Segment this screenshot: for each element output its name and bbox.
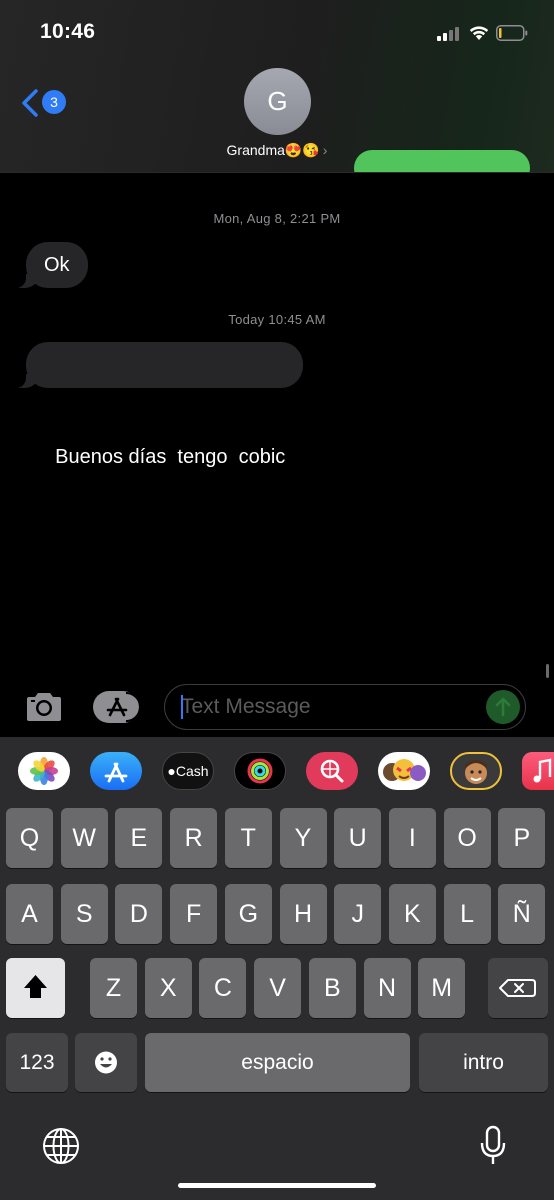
key-a[interactable]: A: [6, 884, 53, 944]
unread-count-badge: 3: [42, 90, 66, 114]
key-k[interactable]: K: [388, 884, 436, 944]
key-m[interactable]: M: [418, 958, 466, 1018]
key-c[interactable]: C: [199, 958, 247, 1018]
received-message-bubble[interactable]: Buenos días tengo cobic: [13, 342, 304, 468]
message-timestamp: Mon, Aug 8, 2:21 PM: [213, 211, 341, 226]
memoji-icon[interactable]: [450, 752, 502, 790]
key-y[interactable]: Y: [279, 808, 327, 868]
key-g[interactable]: G: [224, 884, 272, 944]
status-time: 10:46: [40, 20, 96, 43]
memoji-face-icon: [465, 760, 487, 784]
activity-app-icon[interactable]: [234, 752, 286, 790]
key-b[interactable]: B: [308, 958, 356, 1018]
key-l[interactable]: L: [443, 884, 491, 944]
key-f[interactable]: F: [170, 884, 218, 944]
battery-icon: [496, 25, 528, 41]
apple-logo-icon: ●: [167, 763, 176, 779]
photos-app-icon[interactable]: [18, 752, 70, 790]
emoji-smiley-icon: [95, 1051, 117, 1074]
memoji-stickers-icon[interactable]: [378, 752, 430, 790]
globe-icon[interactable]: [42, 1127, 80, 1165]
key-w[interactable]: W: [60, 808, 108, 868]
wifi-icon: [469, 26, 489, 40]
home-indicator[interactable]: [178, 1183, 376, 1188]
key-x[interactable]: X: [144, 958, 192, 1018]
key-n[interactable]: N: [363, 958, 411, 1018]
cellular-signal-icon: [437, 26, 463, 41]
received-message-bubble[interactable]: Ok: [13, 242, 88, 288]
message-input[interactable]: [181, 693, 471, 721]
key-v[interactable]: V: [254, 958, 302, 1018]
key-z[interactable]: Z: [90, 958, 137, 1018]
apple-cash-label: Cash: [175, 763, 209, 779]
key-i[interactable]: I: [388, 808, 436, 868]
photos-flower-icon: [30, 757, 58, 785]
key-s[interactable]: S: [60, 884, 108, 944]
numbers-key[interactable]: 123: [6, 1033, 68, 1092]
return-key[interactable]: intro: [419, 1033, 548, 1092]
key-t[interactable]: T: [224, 808, 272, 868]
chevron-right-icon: ›: [322, 142, 328, 158]
delete-key[interactable]: [488, 958, 548, 1018]
message-input-container[interactable]: [164, 684, 526, 730]
space-key[interactable]: espacio: [145, 1033, 410, 1092]
app-store-a-icon: [104, 762, 128, 783]
key-j[interactable]: J: [334, 884, 382, 944]
magnifier-globe-icon: [320, 759, 344, 783]
chevron-left-icon: [22, 89, 38, 117]
key-p[interactable]: P: [498, 808, 546, 868]
contact-name: Grandma😍😘: [226, 142, 320, 158]
message-text: Ok: [44, 254, 70, 276]
bubble-tail: [13, 274, 39, 288]
send-button[interactable]: [486, 690, 520, 724]
key-u[interactable]: U: [334, 808, 382, 868]
key-q[interactable]: Q: [6, 808, 53, 868]
key-r[interactable]: R: [170, 808, 218, 868]
text-caret: [181, 695, 183, 719]
key-e[interactable]: E: [115, 808, 163, 868]
contact-name-button[interactable]: Grandma😍😘 ›: [0, 142, 554, 159]
music-note-icon: [533, 758, 552, 783]
message-timestamp: Today 10:45 AM: [228, 312, 326, 327]
contact-avatar[interactable]: G: [244, 68, 311, 135]
app-store-apps-button[interactable]: [93, 690, 141, 724]
message-text: Buenos días tengo cobic: [55, 446, 286, 468]
scroll-indicator[interactable]: [546, 664, 549, 678]
key-o[interactable]: O: [443, 808, 491, 868]
shift-arrow-icon: [24, 975, 47, 998]
image-search-icon[interactable]: [306, 752, 358, 790]
emoji-key[interactable]: [75, 1033, 137, 1092]
shift-key[interactable]: [6, 958, 65, 1018]
delete-backspace-icon: [499, 979, 536, 997]
key-ñ[interactable]: Ñ: [498, 884, 546, 944]
bubble-tail: [13, 374, 39, 388]
app-store-icon[interactable]: [90, 752, 142, 790]
music-app-icon[interactable]: [522, 752, 554, 790]
apple-cash-icon[interactable]: ●Cash: [162, 752, 214, 790]
activity-rings-icon: [247, 758, 273, 784]
key-d[interactable]: D: [115, 884, 163, 944]
back-button[interactable]: 3: [20, 88, 70, 118]
camera-icon[interactable]: [24, 690, 64, 724]
arrow-up-icon: [495, 697, 511, 717]
key-h[interactable]: H: [279, 884, 327, 944]
microphone-icon[interactable]: [478, 1125, 508, 1167]
memoji-faces-icon: [383, 759, 426, 781]
